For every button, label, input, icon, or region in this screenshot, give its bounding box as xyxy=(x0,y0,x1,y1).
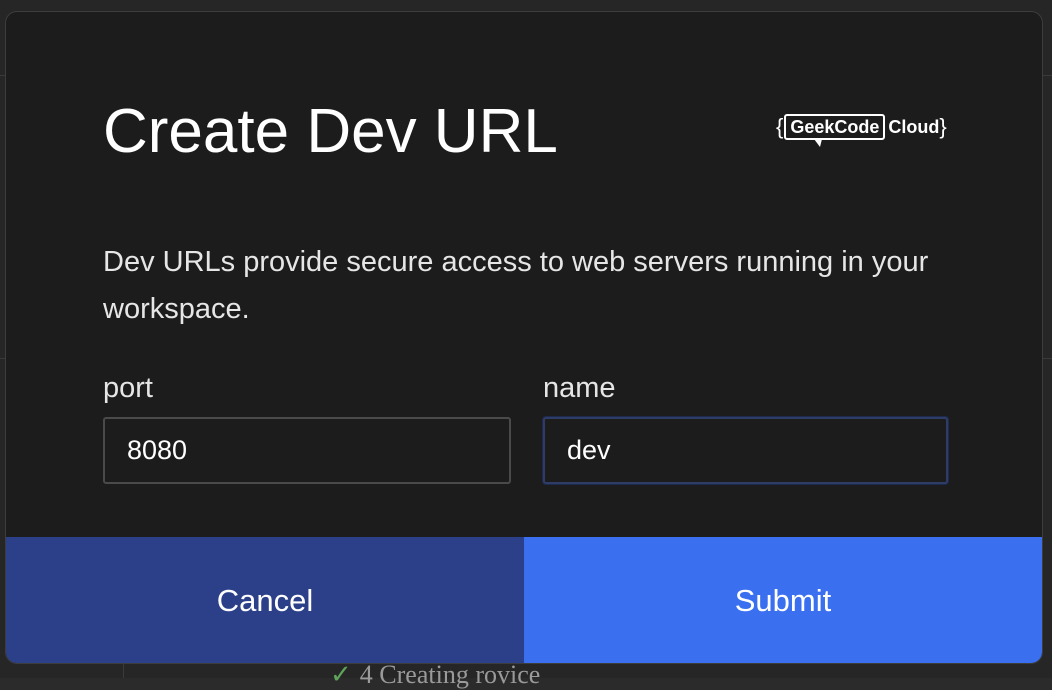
port-label: port xyxy=(103,372,153,404)
port-input[interactable] xyxy=(103,417,511,484)
dialog-footer: Cancel Submit xyxy=(6,537,1042,663)
submit-button[interactable]: Submit xyxy=(524,537,1042,663)
geekcode-cloud-logo: { GeekCode Cloud } xyxy=(776,114,947,147)
check-icon: ✓ xyxy=(330,660,352,689)
logo-open-brace: { xyxy=(776,114,784,139)
logo-brand: GeekCode xyxy=(784,114,886,147)
dialog-title: Create Dev URL xyxy=(103,97,558,166)
name-label: name xyxy=(543,372,616,404)
logo-close-brace: } xyxy=(939,114,947,139)
create-dev-url-dialog: Create Dev URL { GeekCode Cloud } Dev UR… xyxy=(5,11,1043,664)
cancel-button[interactable]: Cancel xyxy=(6,537,524,663)
dialog-description: Dev URLs provide secure access to web se… xyxy=(103,246,929,325)
name-input[interactable] xyxy=(543,417,948,484)
logo-suffix: Cloud xyxy=(888,117,940,137)
background-status-text: ✓ 4 Creating rovice xyxy=(330,660,541,689)
